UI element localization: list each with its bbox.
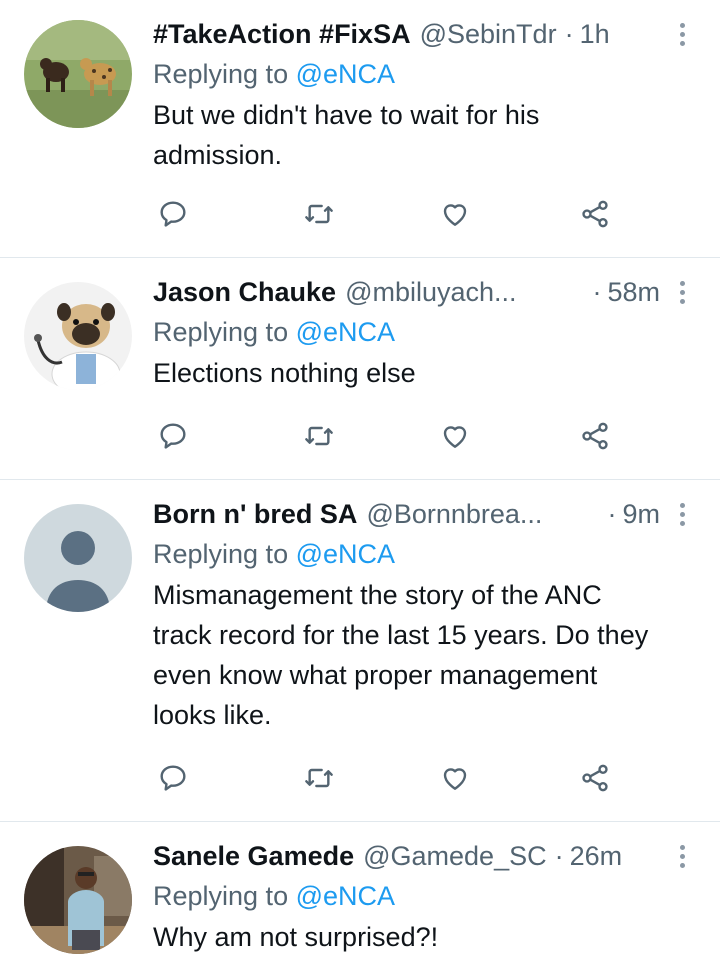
mention-link[interactable]: @eNCA: [296, 317, 395, 347]
timestamp[interactable]: 58m: [607, 275, 660, 309]
replying-prefix: Replying to: [153, 881, 289, 911]
tweet-header: Sanele Gamede @Gamede_SC · 26m: [153, 839, 660, 873]
more-vertical-icon[interactable]: [678, 839, 686, 873]
display-name[interactable]: #TakeAction #FixSA: [153, 17, 411, 51]
tweet-header: Born n' bred SA @Bornnbrea... · 9m: [153, 497, 660, 531]
retweet-icon[interactable]: [301, 760, 337, 796]
more-vertical-icon[interactable]: [678, 17, 686, 51]
display-name[interactable]: Sanele Gamede: [153, 839, 354, 873]
replying-to-line: Replying to @eNCA: [153, 537, 660, 571]
replying-prefix: Replying to: [153, 539, 289, 569]
action-bar: [0, 760, 720, 800]
user-handle[interactable]: @Gamede_SC: [363, 839, 547, 873]
retweet-icon[interactable]: [301, 196, 337, 232]
default-profile-avatar: [24, 504, 132, 612]
tweet[interactable]: Sanele Gamede @Gamede_SC · 26m Replying …: [0, 822, 720, 971]
tweet-content: Born n' bred SA @Bornnbrea... · 9m Reply…: [153, 497, 660, 735]
more-vertical-icon[interactable]: [678, 497, 686, 531]
more-vertical-icon[interactable]: [678, 275, 686, 309]
mention-link[interactable]: @eNCA: [296, 881, 395, 911]
person-photo-avatar: [24, 846, 132, 954]
display-name[interactable]: Born n' bred SA: [153, 497, 357, 531]
tweet-header: #TakeAction #FixSA @SebinTdr · 1h: [153, 17, 660, 51]
avatar[interactable]: [24, 504, 132, 612]
avatar[interactable]: [24, 20, 132, 128]
separator-dot: ·: [554, 841, 564, 871]
avatar[interactable]: [24, 846, 132, 954]
mention-link[interactable]: @eNCA: [296, 59, 395, 89]
action-bar: [0, 418, 720, 458]
action-bar: [0, 196, 720, 236]
user-handle[interactable]: @SebinTdr: [420, 17, 557, 51]
pug-doctor-avatar: [24, 282, 132, 390]
replying-to-line: Replying to @eNCA: [153, 315, 660, 349]
tweet[interactable]: Born n' bred SA @Bornnbrea... · 9m Reply…: [0, 480, 720, 822]
separator-dot: ·: [592, 277, 602, 307]
replying-prefix: Replying to: [153, 59, 289, 89]
animals-photo-avatar: [24, 20, 132, 128]
tweet[interactable]: #TakeAction #FixSA @SebinTdr · 1h Replyi…: [0, 0, 720, 258]
timestamp[interactable]: 9m: [622, 497, 660, 531]
heart-icon[interactable]: [437, 196, 473, 232]
tweet-text: Mismanagement the story of the ANC track…: [153, 580, 649, 730]
avatar[interactable]: [24, 282, 132, 390]
replying-to-line: Replying to @eNCA: [153, 57, 660, 91]
timestamp[interactable]: 1h: [580, 17, 610, 51]
separator-dot: ·: [607, 499, 617, 529]
tweet-content: Jason Chauke @mbiluyach... · 58m Replyin…: [153, 275, 660, 393]
reply-icon[interactable]: [155, 418, 191, 454]
user-handle[interactable]: @Bornnbrea...: [366, 497, 542, 531]
share-icon[interactable]: [577, 196, 613, 232]
tweet-content: #TakeAction #FixSA @SebinTdr · 1h Replyi…: [153, 17, 660, 175]
tweet-header: Jason Chauke @mbiluyach... · 58m: [153, 275, 660, 309]
share-icon[interactable]: [577, 760, 613, 796]
tweet-content: Sanele Gamede @Gamede_SC · 26m Replying …: [153, 839, 660, 957]
separator-dot: ·: [564, 19, 574, 49]
retweet-icon[interactable]: [301, 418, 337, 454]
reply-icon[interactable]: [155, 760, 191, 796]
tweet-text: But we didn't have to wait for his admis…: [153, 100, 540, 170]
tweet[interactable]: Jason Chauke @mbiluyach... · 58m Replyin…: [0, 258, 720, 480]
timestamp[interactable]: 26m: [570, 839, 623, 873]
tweet-text: Elections nothing else: [153, 358, 416, 388]
mention-link[interactable]: @eNCA: [296, 539, 395, 569]
display-name[interactable]: Jason Chauke: [153, 275, 336, 309]
heart-icon[interactable]: [437, 418, 473, 454]
replying-to-line: Replying to @eNCA: [153, 879, 660, 913]
share-icon[interactable]: [577, 418, 613, 454]
user-handle[interactable]: @mbiluyach...: [345, 275, 516, 309]
heart-icon[interactable]: [437, 760, 473, 796]
reply-icon[interactable]: [155, 196, 191, 232]
replying-prefix: Replying to: [153, 317, 289, 347]
tweet-text: Why am not surprised?!: [153, 922, 439, 952]
